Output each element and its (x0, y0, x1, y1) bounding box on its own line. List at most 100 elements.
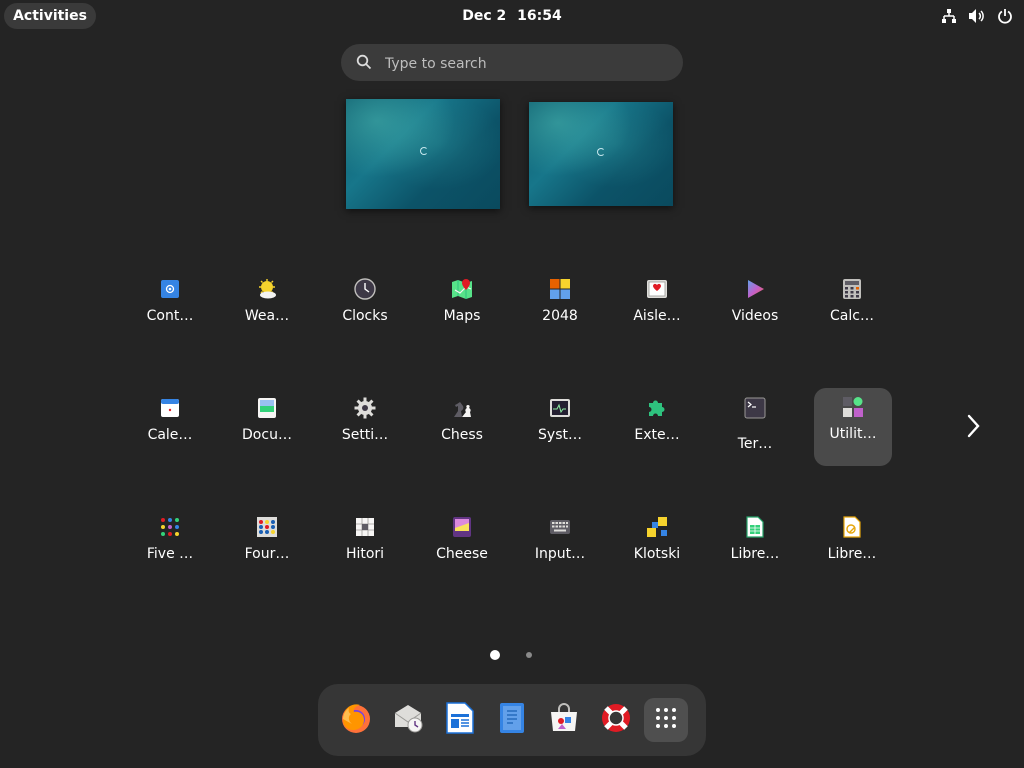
page-indicator-1[interactable] (490, 650, 500, 660)
app-label: Clocks (342, 308, 388, 324)
app-five-or-more[interactable]: Five … (131, 508, 209, 586)
text-editor-icon (498, 701, 526, 739)
weather-icon (256, 278, 278, 300)
dock-libreoffice-writer[interactable] (438, 698, 482, 742)
videos-icon (744, 278, 766, 300)
app-2048[interactable]: 2048 (521, 270, 599, 348)
clocks-icon (354, 278, 376, 300)
app-label: Ter… (737, 436, 773, 452)
app-chess[interactable]: Chess (423, 389, 501, 467)
dock-software[interactable] (542, 698, 586, 742)
app-label: Setti… (341, 427, 389, 443)
app-system-monitor[interactable]: Syst… (521, 389, 599, 467)
next-page-chevron-icon[interactable] (963, 413, 983, 439)
top-bar: Activities Dec 2 16:54 (0, 0, 1024, 32)
workspace-thumbnail-2[interactable] (529, 102, 673, 206)
app-klotski[interactable]: Klotski (618, 508, 696, 586)
app-settings[interactable]: Setti… (326, 389, 404, 467)
workspace-thumbnail-1[interactable] (346, 99, 500, 209)
dock-text-editor[interactable] (490, 698, 534, 742)
app-clocks[interactable]: Clocks (326, 270, 404, 348)
libreoffice-writer-icon (445, 701, 475, 739)
search-bar[interactable] (341, 44, 683, 81)
system-tray[interactable] (940, 7, 1014, 25)
app-label: Hitori (345, 546, 385, 562)
app-aisleriot[interactable]: Aisle… (618, 270, 696, 348)
app-label: Docu… (242, 427, 292, 443)
maps-icon (451, 278, 473, 300)
app-label: Libre… (827, 546, 877, 562)
app-cheese[interactable]: Cheese (423, 508, 501, 586)
app-weather[interactable]: Wea… (228, 270, 306, 348)
dock-help[interactable] (594, 698, 638, 742)
app-label: Four… (244, 546, 290, 562)
app-label: Cheese (436, 546, 488, 562)
hitori-icon (354, 516, 376, 538)
power-icon[interactable] (996, 7, 1014, 25)
app-calendar[interactable]: Cale… (131, 389, 209, 467)
dock-evolution[interactable] (386, 698, 430, 742)
app-videos[interactable]: Videos (716, 270, 794, 348)
app-calculator[interactable]: Calc… (813, 270, 891, 348)
search-input[interactable] (383, 52, 667, 75)
app-label: Aisle… (633, 308, 681, 324)
show-apps-grid-icon (655, 707, 677, 733)
five-or-more-icon (159, 516, 181, 538)
app-label: Utilit… (829, 426, 877, 442)
app-hitori[interactable]: Hitori (326, 508, 404, 586)
four-in-a-row-icon (256, 516, 278, 538)
search-icon (356, 54, 372, 74)
libreoffice-draw-icon (841, 516, 863, 538)
app-extensions[interactable]: Exte… (618, 389, 696, 467)
calendar-icon (159, 397, 181, 419)
chess-icon (451, 397, 473, 419)
app-libreoffice-draw[interactable]: Libre… (813, 508, 891, 586)
contacts-icon (159, 278, 181, 300)
utilities-folder-icon (842, 396, 864, 418)
page-indicator-2[interactable] (526, 652, 532, 658)
app-label: Cale… (147, 427, 193, 443)
dock-show-apps[interactable] (644, 698, 688, 742)
app-label: Libre… (730, 546, 780, 562)
extensions-puzzle-icon (646, 397, 668, 419)
app-document-viewer[interactable]: Docu… (228, 389, 306, 467)
help-lifebuoy-icon (600, 702, 632, 738)
app-terminal[interactable]: Ter… (716, 389, 794, 467)
libreoffice-calc-icon (744, 516, 766, 538)
app-four-in-a-row[interactable]: Four… (228, 508, 306, 586)
app-label: Chess (441, 427, 483, 443)
network-wired-icon[interactable] (940, 7, 958, 25)
app-label: Klotski (633, 546, 681, 562)
game-2048-icon (549, 278, 571, 300)
debian-logo (597, 148, 605, 156)
firefox-icon (339, 701, 373, 739)
app-label: Five … (146, 546, 194, 562)
dock (318, 684, 706, 756)
evolution-mail-icon (391, 701, 425, 739)
klotski-icon (646, 516, 668, 538)
document-viewer-icon (256, 397, 278, 419)
app-label: 2048 (542, 308, 578, 324)
date-label: Dec 2 (462, 8, 507, 24)
app-label: Exte… (634, 427, 680, 443)
terminal-icon (744, 397, 766, 419)
date-time-button[interactable]: Dec 2 16:54 (0, 0, 1024, 32)
app-input-method[interactable]: Input… (521, 508, 599, 586)
app-libreoffice-calc[interactable]: Libre… (716, 508, 794, 586)
system-monitor-icon (549, 397, 571, 419)
app-label: Calc… (830, 308, 874, 324)
dock-firefox[interactable] (334, 698, 378, 742)
software-store-icon (548, 702, 580, 738)
aisleriot-cards-icon (646, 278, 668, 300)
debian-logo (420, 147, 428, 155)
app-folder-utilities[interactable]: Utilit… (814, 388, 892, 466)
time-label: 16:54 (517, 8, 562, 24)
input-keyboard-icon (549, 516, 571, 538)
calculator-icon (841, 278, 863, 300)
volume-icon[interactable] (968, 7, 986, 25)
app-contacts[interactable]: Cont… (131, 270, 209, 348)
app-label: Syst… (538, 427, 582, 443)
app-label: Input… (534, 546, 586, 562)
app-maps[interactable]: Maps (423, 270, 501, 348)
cheese-icon (451, 516, 473, 538)
